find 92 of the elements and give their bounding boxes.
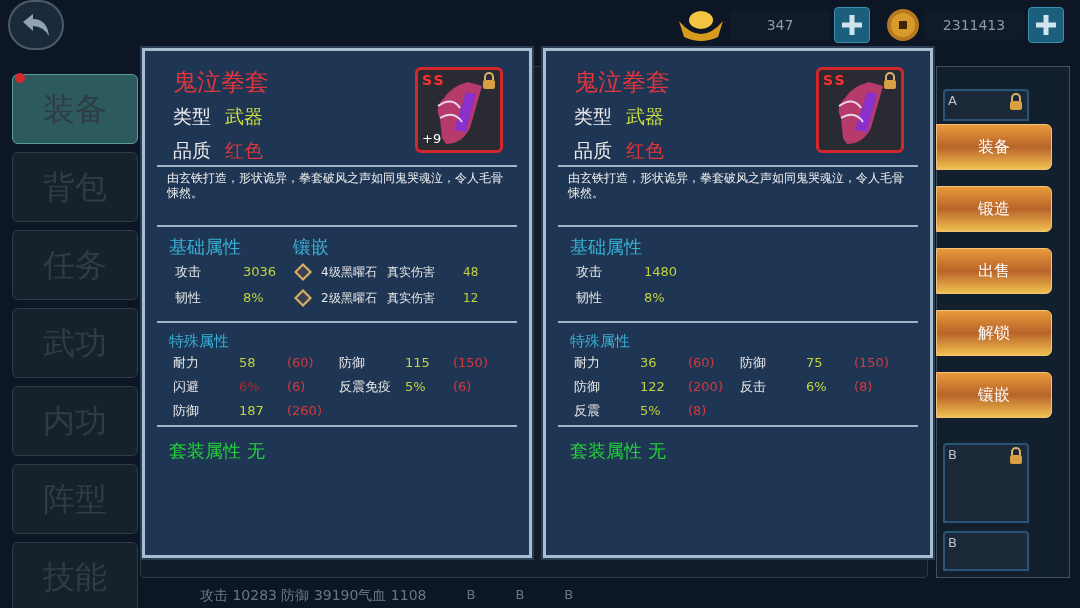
grade-letter: B [948,534,957,552]
type-label: 类型 [574,104,612,129]
inventory-slot[interactable]: B [943,531,1029,571]
stat-max: (60) [688,354,715,372]
stat-label: 攻击 [576,263,603,281]
stat-label: 反震免疫 [339,378,392,396]
grade-label: SS [422,71,446,90]
stat-value: 8% [644,289,665,307]
gem-icon [293,288,313,308]
type-label: 类型 [173,104,211,129]
item-description: 由玄铁打造，形状诡异，拳套破风之声如同鬼哭魂泣，令人毛骨悚然。 [567,170,905,202]
stat-label: 反震 [574,402,601,420]
action-button[interactable]: 锻造 [936,186,1052,232]
stat-value: 75 [806,354,824,372]
gem-value: 48 [463,264,479,281]
section-heading: 基础属性 [570,235,643,259]
item-name: 鬼泣拳套 [574,67,670,97]
quality-label: 品质 [173,138,211,163]
inventory-slot[interactable]: B [943,443,1029,523]
plus-icon [1034,13,1058,37]
grade-label: SS [823,71,847,90]
stat-label: 闪避 [173,378,200,396]
grade-letter: B [564,586,574,605]
enhance-level: +9 [422,129,442,148]
quality-label: 品质 [574,138,612,163]
stat-label: 韧性 [175,289,202,307]
stat-value: 6% [239,378,261,396]
coin-icon [886,8,920,42]
summary-stats: 攻击 10283 防御 39190气血 1108 [200,585,427,605]
stat-label: 防御 [173,402,200,420]
stat-max: (8) [688,402,707,420]
type-value: 武器 [225,104,263,129]
action-button[interactable]: 装备 [936,124,1052,170]
stat-value: 122 [640,378,666,396]
grade-letter: B [948,446,957,464]
stat-max: (8) [854,378,873,396]
stat-value: 6% [806,378,828,396]
section-heading: 特殊属性 [169,331,230,351]
plus-icon [840,13,864,37]
quality-value: 红色 [626,138,664,163]
set-bonus-text: 套装属性 无 [569,439,667,463]
gem-effect: 真实伤害 [387,290,436,307]
section-heading: 特殊属性 [570,331,631,351]
stat-max: (60) [287,354,314,372]
currency-amount: 347 [730,10,830,40]
gem-icon [293,262,313,282]
stat-max: (260) [287,402,322,420]
section-heading: 镶嵌 [293,235,330,259]
gem-value: 12 [463,290,479,307]
stat-max: (200) [688,378,723,396]
stat-value: 8% [243,289,264,307]
stat-value: 1480 [644,263,678,281]
stat-label: 反击 [740,378,767,396]
inventory-slot[interactable]: A [943,89,1029,121]
action-button[interactable]: 镶嵌 [936,372,1052,418]
gem-effect: 真实伤害 [387,264,436,281]
gem-name: 4级黑曜石 [321,264,378,281]
back-arrow-icon [21,12,51,38]
add-button[interactable] [834,7,870,43]
grade-letter: B [515,586,525,605]
stat-value: 36 [640,354,658,372]
stat-label: 耐力 [574,354,601,372]
stat-label: 防御 [574,378,601,396]
stat-value: 5% [640,402,662,420]
action-button[interactable]: 出售 [936,248,1052,294]
section-heading: 基础属性 [169,235,242,259]
stat-label: 耐力 [173,354,200,372]
set-bonus-text: 套装属性 无 [168,439,266,463]
grade-letter: B [466,586,476,605]
grade-letter: A [948,92,957,110]
back-button[interactable] [8,0,64,50]
quality-value: 红色 [225,138,263,163]
stat-label: 攻击 [175,263,202,281]
stat-max: (6) [453,378,472,396]
item-description: 由玄铁打造，形状诡异，拳套破风之声如同鬼哭魂泣，令人毛骨悚然。 [166,170,504,202]
currency-amount: 2311413 [924,10,1024,40]
item-name: 鬼泣拳套 [173,67,269,97]
stat-label: 防御 [339,354,366,372]
stat-value: 115 [405,354,431,372]
stat-label: 韧性 [576,289,603,307]
stat-value: 3036 [243,263,277,281]
action-button[interactable]: 解锁 [936,310,1052,356]
stat-value: 58 [239,354,257,372]
stat-label: 防御 [740,354,767,372]
stat-max: (150) [453,354,488,372]
type-value: 武器 [626,104,664,129]
stat-value: 187 [239,402,265,420]
gem-name: 2级黑曜石 [321,290,378,307]
stat-max: (6) [287,378,306,396]
stat-value: 5% [405,378,427,396]
add-button[interactable] [1028,7,1064,43]
stat-max: (150) [854,354,889,372]
